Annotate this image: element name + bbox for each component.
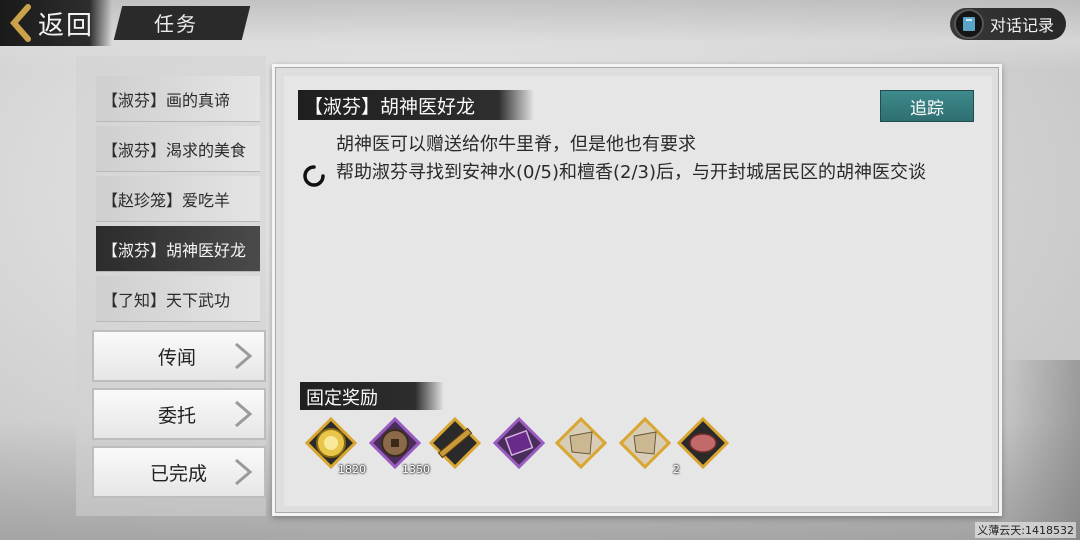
quest-item-3[interactable]: 【赵珍笼】爱吃羊: [96, 176, 260, 222]
reward-title: 固定奖励: [306, 388, 378, 409]
category-completed-button[interactable]: 已完成: [92, 446, 266, 498]
reward-beef[interactable]: [674, 414, 732, 472]
in-progress-icon: [303, 165, 325, 187]
quest-item-2[interactable]: 【淑芬】渴求的美食: [96, 126, 260, 172]
flute-icon: [428, 416, 482, 470]
scroll-map-icon: [618, 416, 672, 470]
reward-scroll-map-1[interactable]: [552, 414, 610, 472]
category-label: 传闻: [158, 346, 197, 369]
beef-tenderloin-icon: [676, 416, 730, 470]
quest-item-1[interactable]: 【淑芬】画的真谛: [96, 76, 260, 122]
track-button[interactable]: 追踪: [880, 90, 974, 122]
chevron-right-icon: [235, 458, 253, 486]
category-commission-button[interactable]: 委托: [92, 388, 266, 440]
quest-title: 【淑芬】胡神医好龙: [304, 96, 476, 118]
scroll-map-icon: [554, 416, 608, 470]
category-label: 已完成: [150, 462, 208, 485]
watermark: 义薄云天:1418532: [975, 522, 1076, 538]
reward-scroll-map-2[interactable]: 2: [616, 414, 680, 476]
reward-copper-coin[interactable]: 1350: [366, 414, 430, 476]
manual-book-icon: [492, 416, 546, 470]
chevron-left-icon: [10, 4, 31, 42]
chevron-right-icon: [235, 342, 253, 370]
reward-gold-coin[interactable]: 1820: [302, 414, 366, 476]
page-title: 任务: [154, 12, 198, 36]
reward-count: 1820: [338, 463, 366, 476]
reward-manual[interactable]: [490, 414, 548, 472]
quest-description: 胡神医可以赠送给你牛里脊，但是他也有要求: [336, 134, 696, 155]
quest-item-5[interactable]: 【了知】天下武功: [96, 276, 260, 322]
quest-objective: 帮助淑芬寻找到安神水(0/5)和檀香(2/3)后，与开封城居民区的胡神医交谈: [336, 162, 927, 183]
book-icon: [953, 9, 984, 39]
category-rumor-button[interactable]: 传闻: [92, 330, 266, 382]
back-button[interactable]: 返回: [0, 0, 112, 46]
category-label: 委托: [158, 404, 197, 427]
reward-flute[interactable]: [426, 414, 484, 472]
dialog-log-label: 对话记录: [989, 16, 1054, 35]
quest-item-4-selected[interactable]: 【淑芬】胡神医好龙: [96, 226, 260, 272]
chevron-right-icon: [235, 400, 253, 428]
back-label: 返回: [38, 10, 95, 41]
dialog-log-button[interactable]: 对话记录: [949, 8, 1066, 40]
